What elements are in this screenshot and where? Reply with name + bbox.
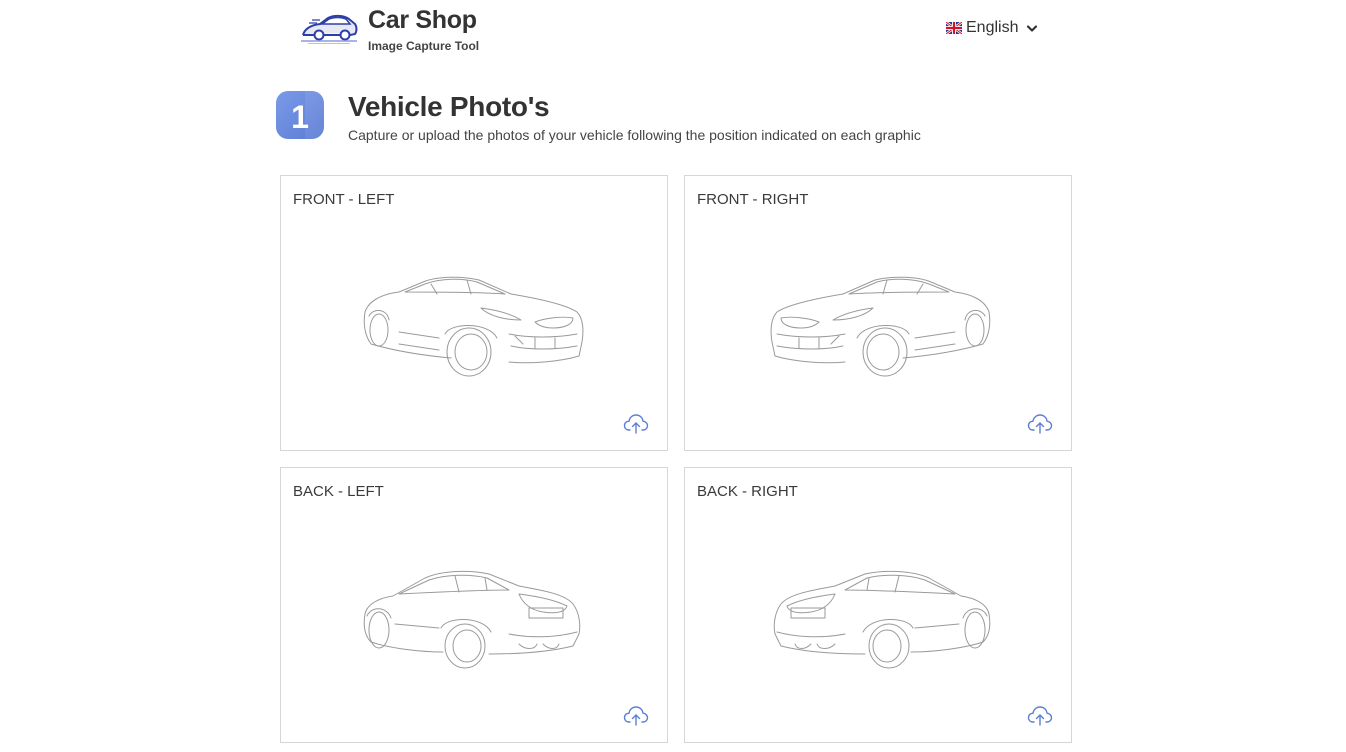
section-description: Capture or upload the photos of your veh… [348, 127, 921, 143]
photo-card-front-left[interactable]: FRONT - LEFT [280, 175, 668, 451]
photo-card-back-left[interactable]: BACK - LEFT [280, 467, 668, 743]
car-front-left-icon [363, 276, 584, 377]
photo-card-label: BACK - LEFT [293, 483, 384, 500]
photo-card-front-right[interactable]: FRONT - RIGHT [684, 175, 1072, 451]
cloud-upload-icon[interactable] [623, 413, 649, 435]
photo-card-back-right[interactable]: BACK - RIGHT [684, 467, 1072, 743]
photo-card-label: BACK - RIGHT [697, 483, 798, 500]
app-header: Car Shop Image Capture Tool English [0, 0, 1346, 64]
cloud-upload-icon[interactable] [1027, 413, 1053, 435]
cloud-upload-icon[interactable] [623, 705, 649, 727]
brand-title: Car Shop [368, 6, 477, 34]
photo-card-label: FRONT - RIGHT [697, 191, 809, 208]
svg-text:1: 1 [291, 99, 309, 135]
chevron-down-icon [1027, 25, 1038, 32]
photo-card-label: FRONT - LEFT [293, 191, 395, 208]
car-back-left-icon [363, 570, 581, 669]
section-title: Vehicle Photo's [348, 91, 550, 122]
cloud-upload-icon[interactable] [1027, 705, 1053, 727]
language-label: English [966, 19, 1019, 36]
uk-flag-icon [946, 22, 962, 34]
car-front-right-icon [770, 276, 991, 377]
car-back-right-icon [773, 570, 991, 669]
brand-subtitle: Image Capture Tool [368, 39, 480, 53]
language-selector[interactable]: English [946, 17, 1038, 39]
step-number-badge: 1 [276, 91, 324, 139]
car-logo-icon[interactable] [300, 10, 358, 46]
